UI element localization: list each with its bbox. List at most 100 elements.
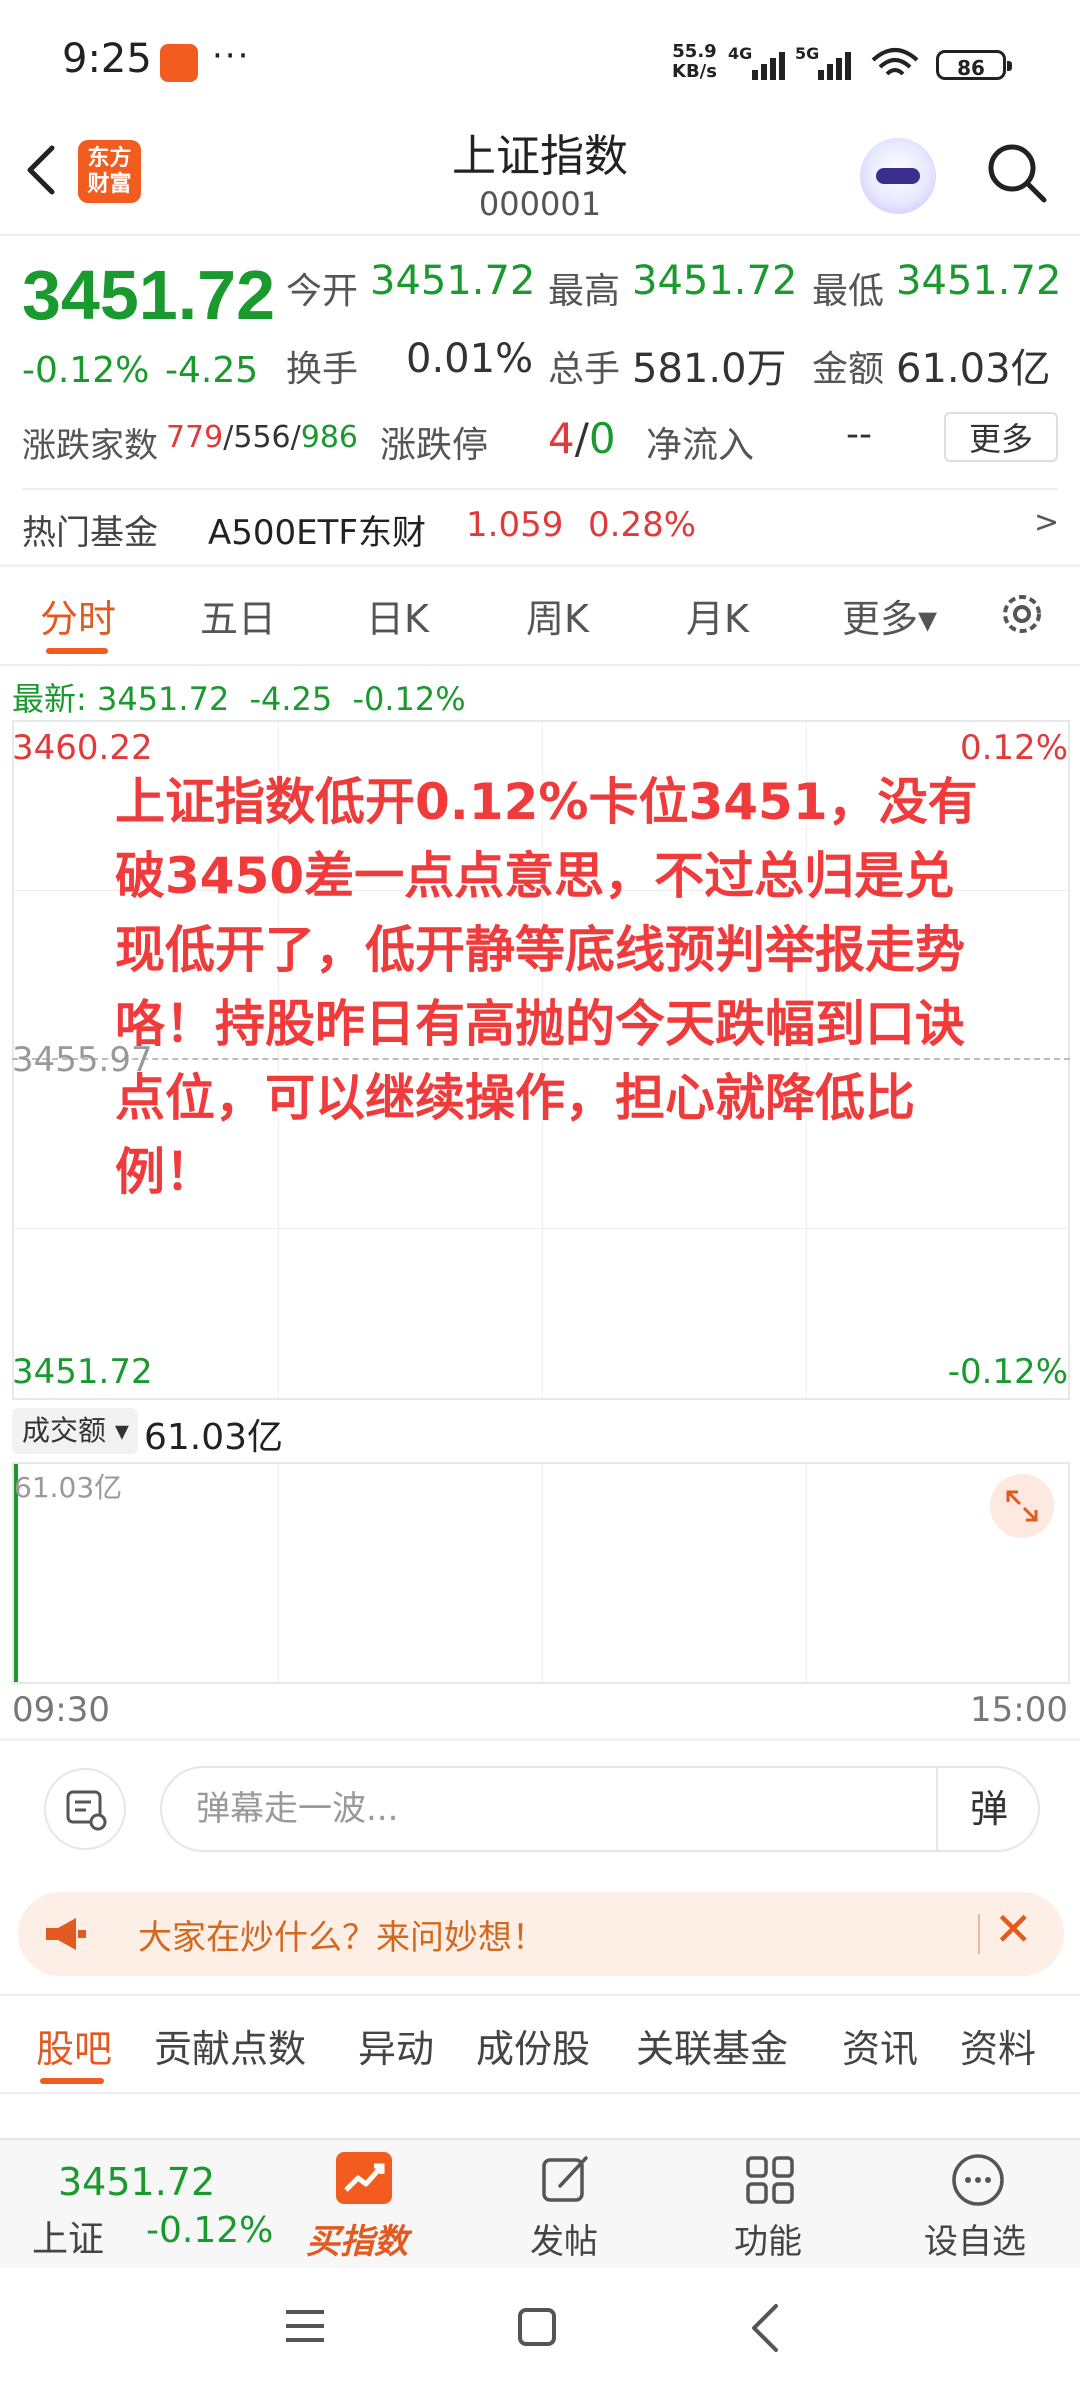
chevron-right-icon[interactable]: > [1034, 505, 1059, 540]
system-back-icon[interactable] [746, 2300, 786, 2356]
volume-metric-value: 61.03亿 [144, 1417, 284, 1458]
expand-icon[interactable] [990, 1474, 1054, 1538]
volume-chart[interactable] [12, 1462, 1070, 1684]
time-axis-end: 15:00 [970, 1690, 1068, 1730]
danmaku-toggle-button[interactable]: 弹 [936, 1766, 1040, 1852]
breadth-flat: 556 [233, 420, 291, 455]
battery-icon: 86 [936, 50, 1012, 80]
network-speed: 55.9 KB/s [672, 42, 717, 82]
tab-monthly-k[interactable]: 月K [686, 588, 749, 643]
limit-values: 4/0 [548, 414, 616, 463]
grid-line [806, 1464, 807, 1682]
logo-line-2: 财富 [87, 172, 132, 197]
breadth-label: 涨跌家数 [22, 426, 158, 466]
danmaku-input[interactable]: 弹幕走一波... [160, 1766, 1040, 1852]
slash: / [223, 420, 234, 455]
search-icon[interactable] [984, 140, 1050, 206]
latest-percent: -0.12% [352, 680, 466, 718]
add-to-watchlist-button[interactable]: 设自选 [924, 2214, 1026, 2263]
y-axis-top-label: 3460.22 [12, 728, 153, 768]
net-inflow-label: 净流入 [646, 425, 755, 466]
hot-fund-label: 热门基金 [22, 513, 158, 553]
low-label: 最低 [812, 271, 885, 312]
tab-related-funds[interactable]: 关联基金 [636, 2018, 788, 2073]
more-circle-icon[interactable] [948, 2150, 1008, 2210]
turnover-value: 0.01% [406, 336, 534, 382]
slash: / [574, 414, 589, 463]
volume-metric-dropdown[interactable]: 成交额 ▾ [12, 1408, 138, 1454]
grid-apps-icon[interactable] [740, 2150, 800, 2210]
tab-constituents[interactable]: 成份股 [476, 2018, 590, 2073]
tab-weekly-k[interactable]: 周K [526, 588, 589, 643]
divider [0, 664, 1080, 666]
network-type-1: 4G [728, 44, 753, 63]
functions-button[interactable]: 功能 [734, 2214, 802, 2263]
time-axis-start: 09:30 [12, 1690, 110, 1730]
tab-forum[interactable]: 股吧 [36, 2018, 112, 2073]
hot-fund-price: 1.059 [466, 505, 564, 545]
latest-change: -4.25 [249, 680, 333, 718]
buy-index-button[interactable]: 买指数 [306, 2214, 408, 2263]
ai-assistant-avatar-icon[interactable] [860, 138, 936, 214]
message-settings-icon[interactable] [44, 1768, 126, 1850]
divider [0, 234, 1080, 236]
buy-index-icon[interactable] [336, 2152, 392, 2204]
divider [0, 1994, 1080, 1996]
tab-daily-k[interactable]: 日K [366, 588, 429, 643]
divider [978, 1914, 980, 1954]
breadth-down: 986 [300, 420, 359, 455]
low-value: 3451.72 [896, 258, 1062, 304]
wifi-icon [871, 48, 919, 76]
app-notification-icon [160, 44, 198, 82]
limit-down: 0 [588, 414, 616, 463]
breadth-values: 779/556/986 [166, 420, 358, 455]
latest-quote: 最新: 3451.72 -4.25 -0.12% [12, 674, 466, 720]
edit-post-icon[interactable] [536, 2150, 596, 2210]
recent-apps-icon[interactable] [284, 2308, 326, 2344]
y-axis-bottom-label: 3451.72 [12, 1352, 153, 1392]
post-button[interactable]: 发帖 [530, 2214, 598, 2263]
toolbar-market[interactable]: 上证 [32, 2210, 104, 2262]
hot-fund-name[interactable]: A500ETF东财 [208, 505, 426, 554]
status-bar: 9:25 ··· 55.9 KB/s 4G 5G 86 [0, 0, 1080, 130]
signal-icon [818, 50, 858, 80]
tab-movements[interactable]: 异动 [358, 2018, 434, 2073]
y-axis-right-top-label: 0.12% [959, 728, 1068, 768]
change-percent: -0.12% [22, 350, 150, 391]
stock-code: 000001 [478, 185, 602, 223]
high-value: 3451.72 [632, 258, 798, 304]
tab-more[interactable]: 更多▾ [842, 588, 937, 643]
more-notifications-icon: ··· [212, 36, 251, 76]
tab-news[interactable]: 资讯 [842, 2018, 918, 2073]
grid-line [542, 1464, 543, 1682]
high-label: 最高 [548, 271, 621, 312]
logo-line-1: 东方 [87, 146, 132, 171]
active-tab-indicator [40, 2078, 104, 2084]
y-axis-right-bottom-label: -0.12% [947, 1352, 1068, 1392]
tab-profile[interactable]: 资料 [960, 2018, 1036, 2073]
toolbar-price[interactable]: 3451.72 [58, 2160, 215, 2204]
volume-label: 总手 [548, 349, 621, 390]
latest-label: 最新: [12, 680, 87, 718]
tab-five-day[interactable]: 五日 [200, 588, 276, 643]
page-title: 上证指数 [452, 131, 628, 182]
network-speed-value: 55.9 [672, 41, 717, 62]
change-amount: -4.25 [165, 350, 259, 391]
app-logo[interactable]: 东方 财富 [78, 140, 141, 203]
more-button[interactable]: 更多 [944, 412, 1058, 462]
tab-intraday[interactable]: 分时 [40, 588, 116, 643]
gear-icon[interactable] [996, 588, 1048, 640]
tab-contribution-points[interactable]: 贡献点数 [154, 2018, 306, 2073]
turnover-label: 换手 [286, 349, 359, 390]
divider [0, 564, 1080, 567]
network-type-2: 5G [795, 44, 820, 63]
divider [0, 2092, 1080, 2094]
active-tab-indicator [46, 648, 108, 654]
signal-icon [752, 50, 792, 80]
close-icon[interactable]: ✕ [994, 1902, 1033, 1956]
home-icon[interactable] [518, 2308, 556, 2346]
toolbar-percent[interactable]: -0.12% [146, 2210, 273, 2251]
back-arrow-icon[interactable] [22, 140, 62, 200]
ask-ai-text[interactable]: 大家在炒什么？来问妙想！ [138, 1910, 546, 1959]
grid-line [12, 1228, 1070, 1229]
